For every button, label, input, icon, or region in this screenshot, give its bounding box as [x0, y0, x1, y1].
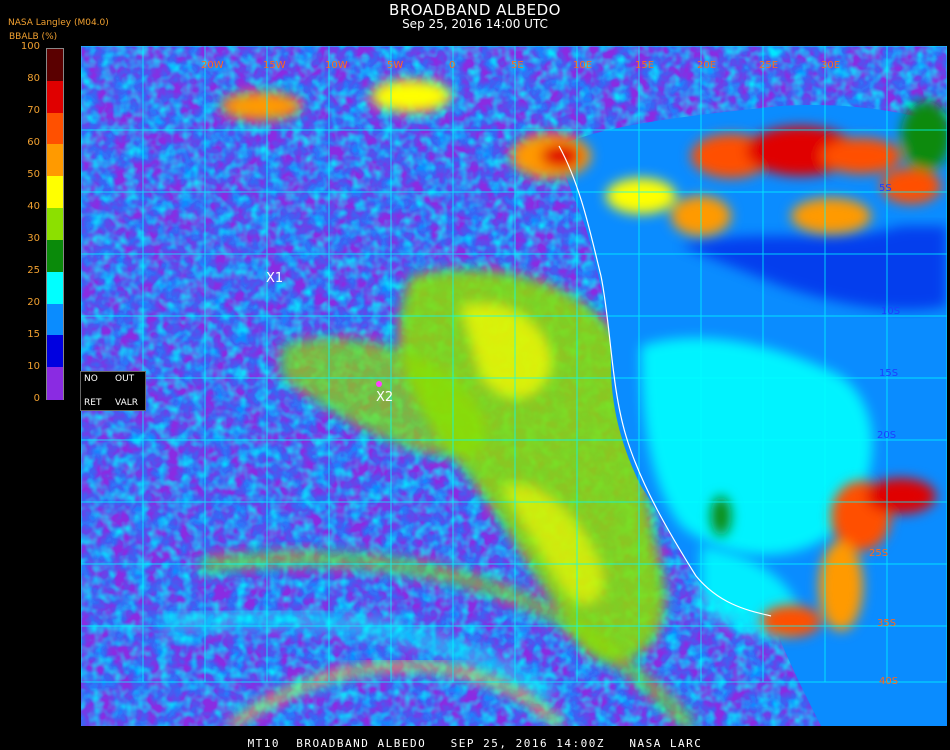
albedo-colorbar — [46, 48, 64, 400]
longitude-label: 25E — [759, 60, 778, 71]
longitude-label: 0 — [449, 60, 455, 71]
latitude-label: 10S — [881, 306, 900, 317]
latitude-label: 35S — [877, 618, 896, 629]
map-canvas: 20W 15W 10W 5W 0 5E 10E 15E 20E 25E 30E 5S 10S 15S 20… — [81, 46, 947, 726]
albedo-map: 20W 15W 10W 5W 0 5E 10E 15E 20E 25E 30E 5S 10S 15S 20… — [81, 46, 947, 726]
colorbar-segment — [47, 176, 63, 209]
colorbar-tick: 15 — [27, 329, 40, 340]
colorbar-tick: 30 — [27, 233, 40, 244]
longitude-label: 5E — [511, 60, 524, 71]
longitude-label: 30E — [821, 60, 840, 71]
colorbar-tick: 0 — [33, 393, 40, 404]
colorbar-segment — [47, 335, 63, 368]
longitude-label: 5W — [387, 60, 403, 71]
colorbar-tick: 50 — [27, 169, 40, 180]
colorbar-tick: 10 — [27, 361, 40, 372]
colorbar-tick: 20 — [27, 297, 40, 308]
colorbar-segment — [47, 112, 63, 146]
longitude-label: 20W — [201, 60, 224, 71]
colorbar-segment — [47, 80, 63, 114]
longitude-label: 10W — [325, 60, 348, 71]
colorbar-segment — [47, 144, 63, 177]
colorbar-tick: 70 — [27, 105, 40, 116]
colorbar-tick: 40 — [27, 201, 40, 212]
latitude-label: 40S — [879, 676, 898, 687]
longitude-label: 15W — [263, 60, 286, 71]
legend-ret: RET — [84, 398, 102, 408]
svg-text:X2: X2 — [376, 390, 393, 405]
colorbar-segment — [47, 239, 63, 273]
footer-caption: MT10 BROADBAND ALBEDO SEP 25, 2016 14:00… — [247, 737, 703, 750]
image-timestamp: Sep 25, 2016 14:00 UTC — [402, 17, 548, 31]
colorbar-segment — [47, 303, 63, 337]
data-source-label: NASA Langley (M04.0) — [8, 18, 109, 28]
colorbar-tick: 25 — [27, 265, 40, 276]
latitude-label: 25S — [869, 548, 888, 559]
latitude-label: 15S — [879, 368, 898, 379]
colorbar-tick: 80 — [27, 73, 40, 84]
colorbar-segment — [47, 271, 63, 305]
colorbar-tick: 100 — [20, 41, 40, 52]
svg-text:X1: X1 — [266, 271, 283, 286]
longitude-label: 10E — [573, 60, 592, 71]
longitude-label: 15E — [635, 60, 654, 71]
legend-no: NO — [84, 374, 98, 384]
colorbar-segment — [47, 208, 63, 241]
colorbar-segment — [47, 367, 63, 400]
marker-x1: X1 — [266, 271, 283, 286]
colorbar-segment — [47, 49, 63, 82]
legend-out: OUT — [115, 374, 135, 384]
colorbar-tick: 60 — [27, 137, 40, 148]
latitude-label: 5S — [879, 183, 892, 194]
legend-valr: VALR — [115, 398, 139, 408]
missing-data-legend: NO OUT RET VALR — [80, 371, 146, 411]
longitude-label: 20E — [697, 60, 716, 71]
latitude-label: 20S — [877, 430, 896, 441]
